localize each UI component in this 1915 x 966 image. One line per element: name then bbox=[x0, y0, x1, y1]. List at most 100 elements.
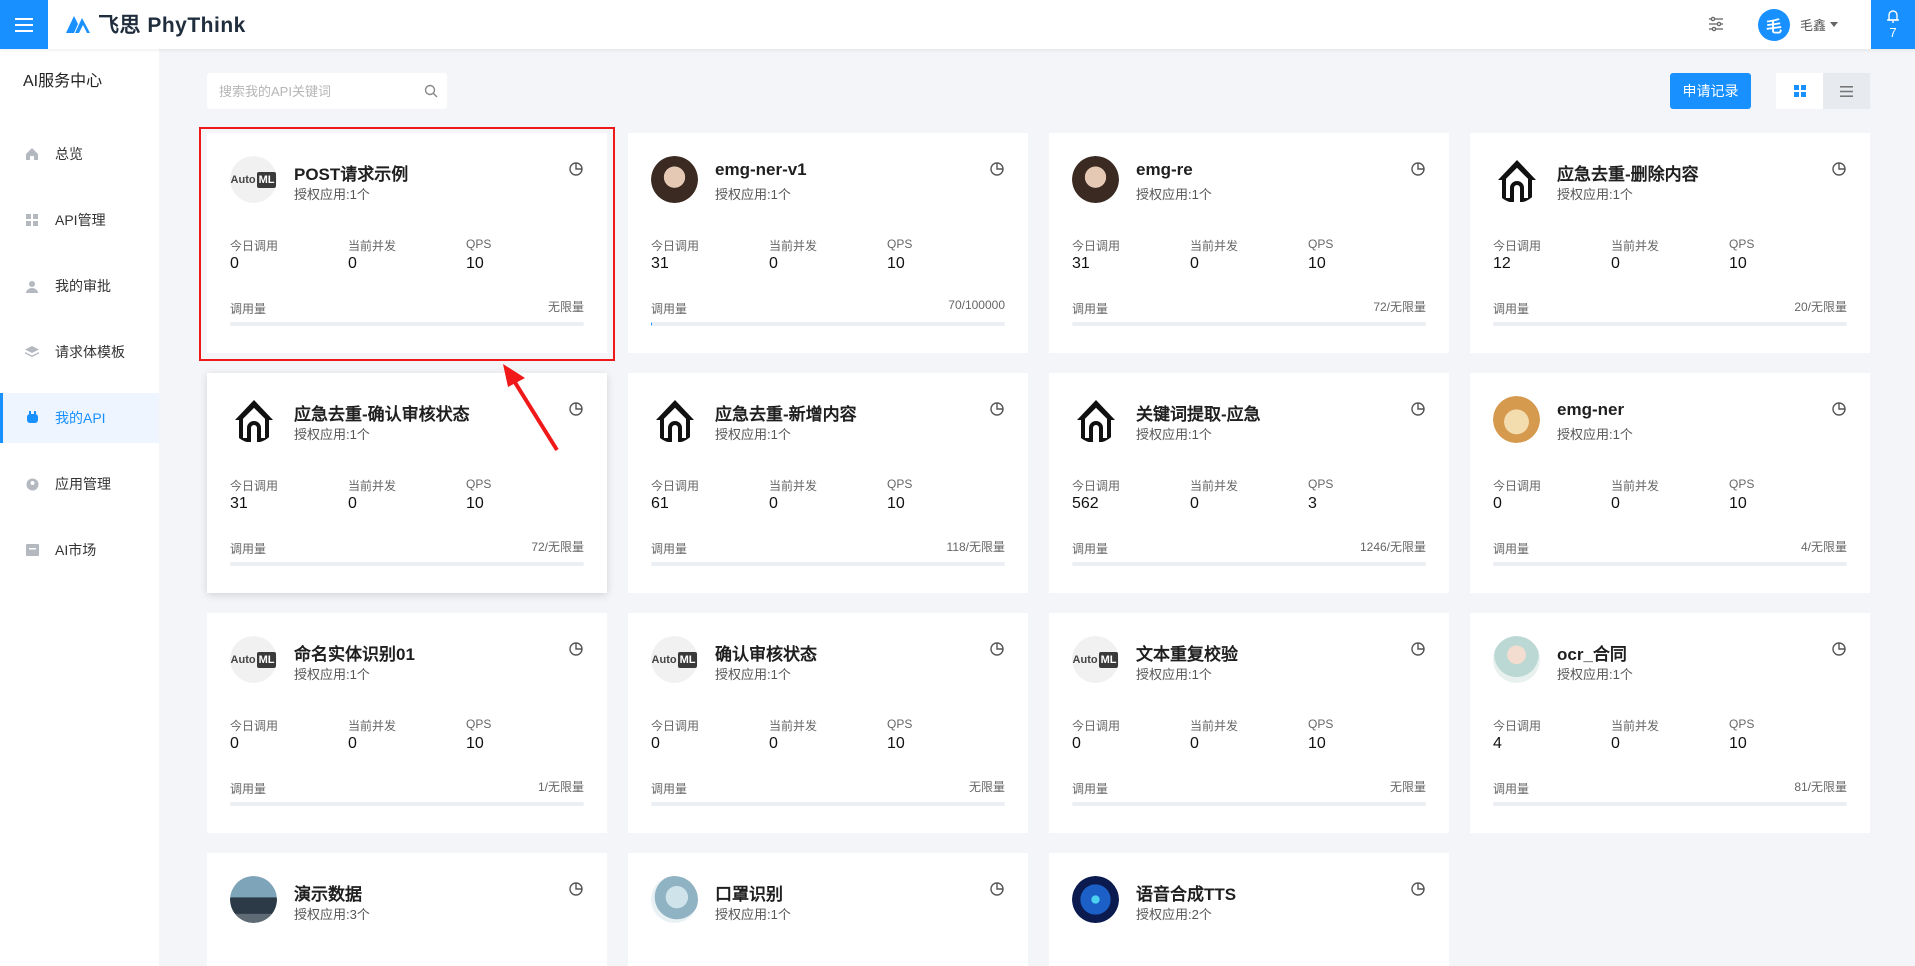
usage-value: 1246/无限量 bbox=[1359, 540, 1426, 554]
sidebar-item-api-management[interactable]: API管理 bbox=[0, 195, 159, 245]
api-card[interactable]: Auto ML 命名实体识别01 授权应用:1个 今日调用 0 当前并发 0 QPS 10 调用量 1… bbox=[207, 613, 607, 833]
qps-value: 10 bbox=[1729, 735, 1747, 752]
doctor-avatar bbox=[651, 876, 698, 923]
authorized-apps: 授权应用:1个 bbox=[715, 667, 791, 682]
qps-label: QPS bbox=[887, 477, 913, 491]
pie-chart-icon[interactable] bbox=[989, 881, 1005, 897]
api-card[interactable]: 语音合成TTS 授权应用:2个 bbox=[1049, 853, 1449, 966]
api-card[interactable]: emg-ner-v1 授权应用:1个 今日调用 31 当前并发 0 QPS 10 调用量 70/1… bbox=[628, 133, 1028, 353]
sidebar-item-my-approval[interactable]: 我的审批 bbox=[0, 261, 159, 311]
apply-records-button[interactable]: 申请记录 bbox=[1670, 73, 1751, 109]
api-name[interactable]: emg-ner-v1 bbox=[715, 160, 807, 180]
pie-chart-icon[interactable] bbox=[568, 401, 584, 417]
api-logo: Auto ML bbox=[651, 636, 698, 683]
usage-value: 72/无限量 bbox=[531, 540, 584, 554]
usage-label: 调用量 bbox=[230, 782, 267, 796]
automl-logo: Auto ML bbox=[230, 156, 277, 203]
menu-button[interactable] bbox=[0, 0, 48, 49]
pie-chart-icon[interactable] bbox=[989, 161, 1005, 177]
search-icon[interactable] bbox=[424, 84, 438, 98]
api-logo bbox=[1072, 156, 1119, 203]
pie-chart-icon[interactable] bbox=[1831, 161, 1847, 177]
search-input[interactable] bbox=[207, 73, 417, 109]
usage-progress-bar bbox=[230, 322, 584, 326]
api-name[interactable]: 确认审核状态 bbox=[715, 640, 817, 665]
api-name[interactable]: 关键词提取-应急 bbox=[1136, 400, 1261, 425]
sidebar-item-my-api[interactable]: 我的API bbox=[0, 393, 159, 443]
api-name[interactable]: emg-re bbox=[1136, 160, 1193, 180]
pie-chart-icon[interactable] bbox=[1410, 881, 1426, 897]
api-card[interactable]: Auto ML POST请求示例 授权应用:1个 今日调用 0 当前并发 0 QPS 10 调用量 无… bbox=[207, 133, 607, 353]
today-calls-value: 0 bbox=[1072, 735, 1081, 752]
api-card[interactable]: Auto ML 文本重复校验 授权应用:1个 今日调用 0 当前并发 0 QPS 10 调用量 无限量 bbox=[1049, 613, 1449, 833]
api-card[interactable]: emg-re 授权应用:1个 今日调用 31 当前并发 0 QPS 10 调用量 72/无限量 bbox=[1049, 133, 1449, 353]
grid-view-button[interactable] bbox=[1776, 73, 1823, 109]
pie-chart-icon[interactable] bbox=[568, 161, 584, 177]
api-card[interactable]: 口罩识别 授权应用:1个 bbox=[628, 853, 1028, 966]
api-name[interactable]: 命名实体识别01 bbox=[294, 640, 415, 665]
pie-chart-icon[interactable] bbox=[1410, 401, 1426, 417]
today-calls-value: 0 bbox=[651, 735, 660, 752]
qps-value: 10 bbox=[466, 255, 484, 272]
home-icon bbox=[25, 147, 39, 161]
user-icon bbox=[25, 279, 39, 293]
api-name[interactable]: POST请求示例 bbox=[294, 160, 408, 185]
automl-logo: Auto ML bbox=[1072, 636, 1119, 683]
api-card[interactable]: 应急去重-新增内容 授权应用:1个 今日调用 61 当前并发 0 QPS 10 调用量 118/无… bbox=[628, 373, 1028, 593]
tts-avatar bbox=[1072, 876, 1119, 923]
authorized-apps: 授权应用:1个 bbox=[715, 187, 791, 202]
today-calls-label: 今日调用 bbox=[1493, 239, 1542, 253]
pie-chart-icon[interactable] bbox=[989, 641, 1005, 657]
api-card[interactable]: 演示数据 授权应用:3个 bbox=[207, 853, 607, 966]
pie-chart-icon[interactable] bbox=[568, 641, 584, 657]
qps-label: QPS bbox=[887, 717, 913, 731]
concurrency-value: 0 bbox=[769, 735, 778, 752]
qps-value: 10 bbox=[887, 255, 905, 272]
qps-value: 10 bbox=[1729, 255, 1747, 272]
top-bar: 飞思 PhyThink 毛 毛鑫 7 bbox=[0, 0, 1915, 49]
api-name[interactable]: 语音合成TTS bbox=[1136, 880, 1236, 905]
api-card[interactable]: emg-ner 授权应用:1个 今日调用 0 当前并发 0 QPS 10 调用量 4/无限量 bbox=[1470, 373, 1870, 593]
qps-label: QPS bbox=[1308, 237, 1334, 251]
api-name[interactable]: 应急去重-新增内容 bbox=[715, 400, 857, 425]
search-box bbox=[207, 73, 447, 109]
api-name[interactable]: 演示数据 bbox=[294, 880, 362, 905]
api-name[interactable]: 口罩识别 bbox=[715, 880, 783, 905]
brand-logo[interactable]: 飞思 PhyThink bbox=[64, 10, 246, 38]
sidebar-item-overview[interactable]: 总览 bbox=[0, 129, 159, 179]
sidebar-item-app-management[interactable]: 应用管理 bbox=[0, 459, 159, 509]
settings-sliders-icon[interactable] bbox=[1706, 14, 1726, 34]
api-card[interactable]: 关键词提取-应急 授权应用:1个 今日调用 562 当前并发 0 QPS 3 调用量 1246/无… bbox=[1049, 373, 1449, 593]
pie-chart-icon[interactable] bbox=[1410, 641, 1426, 657]
sidebar-item-label: 应用管理 bbox=[55, 476, 111, 492]
pie-chart-icon[interactable] bbox=[568, 881, 584, 897]
api-name[interactable]: 应急去重-删除内容 bbox=[1557, 160, 1699, 185]
concurrency-value: 0 bbox=[348, 255, 357, 272]
pie-chart-icon[interactable] bbox=[1410, 161, 1426, 177]
api-name[interactable]: ocr_合同 bbox=[1557, 640, 1627, 665]
pie-chart-icon[interactable] bbox=[989, 401, 1005, 417]
usage-value: 无限量 bbox=[968, 780, 1005, 794]
sidebar-item-request-template[interactable]: 请求体模板 bbox=[0, 327, 159, 377]
api-card[interactable]: Auto ML 确认审核状态 授权应用:1个 今日调用 0 当前并发 0 QPS 10 调用量 无限量 bbox=[628, 613, 1028, 833]
hamburger-icon bbox=[15, 17, 33, 32]
api-card[interactable]: 应急去重-删除内容 授权应用:1个 今日调用 12 当前并发 0 QPS 10 调用量 20/无限… bbox=[1470, 133, 1870, 353]
api-name[interactable]: 应急去重-确认审核状态 bbox=[294, 400, 470, 425]
api-logo bbox=[1493, 636, 1540, 683]
username[interactable]: 毛鑫 bbox=[1800, 15, 1826, 34]
caret-down-icon[interactable] bbox=[1830, 22, 1838, 27]
api-name[interactable]: 文本重复校验 bbox=[1136, 640, 1238, 665]
house-logo bbox=[1072, 396, 1119, 443]
api-card[interactable]: ocr_合同 授权应用:1个 今日调用 4 当前并发 0 QPS 10 调用量 81/无限量 bbox=[1470, 613, 1870, 833]
user-avatar[interactable]: 毛 bbox=[1758, 9, 1790, 41]
list-view-button[interactable] bbox=[1823, 73, 1870, 109]
notifications-button[interactable]: 7 bbox=[1871, 0, 1915, 49]
pie-chart-icon[interactable] bbox=[1831, 641, 1847, 657]
today-calls-label: 今日调用 bbox=[651, 479, 700, 493]
api-card[interactable]: 应急去重-确认审核状态 授权应用:1个 今日调用 31 当前并发 0 QPS 10 调用量 72/… bbox=[207, 373, 607, 593]
usage-label: 调用量 bbox=[1493, 542, 1530, 556]
face-avatar bbox=[1072, 156, 1119, 203]
sidebar-item-ai-market[interactable]: AI市场 bbox=[0, 525, 159, 575]
pie-chart-icon[interactable] bbox=[1831, 401, 1847, 417]
api-name[interactable]: emg-ner bbox=[1557, 400, 1624, 420]
